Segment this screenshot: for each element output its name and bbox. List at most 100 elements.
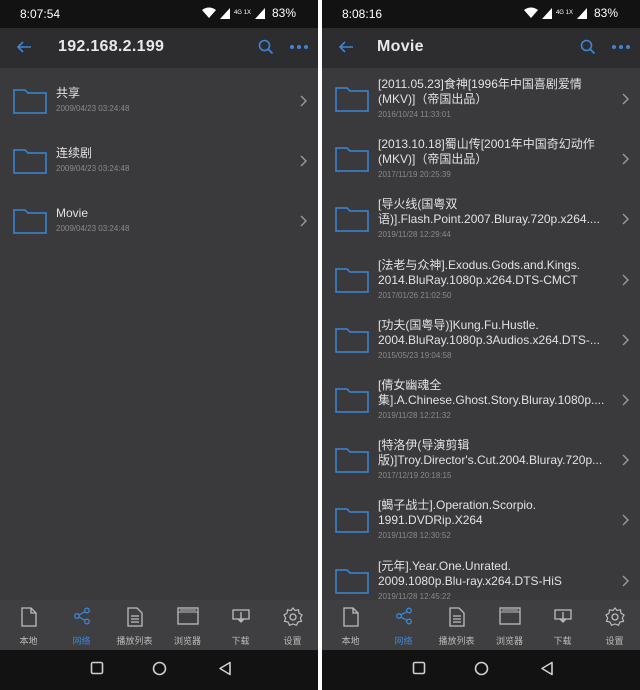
more-options-icon[interactable] — [612, 45, 630, 49]
download-icon — [231, 609, 250, 623]
bottom-tab-bar: 本地 网络 播放列表 浏览器 下载 设置 — [0, 600, 318, 650]
chevron-right-icon — [622, 454, 629, 466]
tab-browser[interactable]: 浏览器 — [161, 600, 214, 650]
more-options-icon[interactable] — [290, 45, 308, 49]
item-date: 2015/05/23 19:04:58 — [378, 350, 452, 360]
recent-apps-icon[interactable] — [90, 661, 104, 675]
folder-icon — [335, 388, 369, 413]
back-nav-icon[interactable] — [218, 661, 232, 676]
tab-download[interactable]: 下载 — [214, 600, 267, 650]
item-date: 2016/10/24 11:33:01 — [378, 110, 451, 119]
tab-label: 网络 — [72, 636, 91, 646]
item-name-line1: [导火线(国粤双 — [378, 197, 458, 212]
wifi-icon — [523, 7, 538, 18]
network-type: 4G 1X — [555, 10, 573, 16]
chevron-right-icon — [300, 215, 307, 227]
tab-local[interactable]: 本地 — [2, 600, 55, 650]
chevron-right-icon — [622, 575, 629, 587]
tab-label: 下载 — [231, 636, 250, 646]
battery-level: 83% — [593, 6, 618, 20]
status-time: 8:08:16 — [342, 7, 383, 21]
item-name-line1: [2011.05.23]食神[1996年中国喜剧爱情 — [378, 77, 582, 91]
list-item[interactable]: Movie 2009/04/23 03:24:48 — [0, 191, 318, 251]
item-date: 2019/11/28 12:45:22 — [378, 591, 451, 600]
chevron-right-icon — [622, 213, 629, 225]
status-time: 8:07:54 — [20, 7, 61, 21]
tab-playlist[interactable]: 播放列表 — [108, 600, 161, 650]
list-item[interactable]: [特洛伊(导演剪辑 版)]Troy.Director's.Cut.2004.Blu… — [322, 430, 640, 490]
tab-browser[interactable]: 浏览器 — [483, 600, 536, 650]
home-icon[interactable] — [152, 661, 167, 676]
browser-icon — [498, 607, 521, 625]
list-item[interactable]: [法老与众神].Exodus.Gods.and.Kings. 2014.BluRa… — [322, 250, 640, 310]
back-arrow-icon[interactable] — [15, 38, 33, 56]
playlist-icon — [126, 607, 143, 627]
tab-label: 本地 — [19, 636, 38, 646]
search-icon[interactable] — [258, 39, 274, 55]
list-item[interactable]: 共享 2009/04/23 03:24:48 — [0, 71, 318, 131]
tab-download[interactable]: 下载 — [536, 600, 589, 650]
list-item[interactable]: 连续剧 2009/04/23 03:24:48 — [0, 131, 318, 191]
tab-label: 本地 — [341, 636, 360, 646]
item-date: 2019/11/28 12:21:32 — [378, 411, 451, 420]
tab-local[interactable]: 本地 — [324, 600, 377, 650]
list-item[interactable]: [功夫(国粤导)]Kung.Fu.Hustle. 2004.BluRay.1080… — [322, 310, 640, 370]
back-arrow-icon[interactable] — [337, 38, 355, 56]
item-name-line1: [功夫(国粤导)]Kung.Fu.Hustle. — [378, 317, 539, 332]
share-icon — [73, 607, 90, 625]
tab-settings[interactable]: 设置 — [588, 600, 640, 650]
item-name-line2: 2009.1080p.Blu-ray.x264.DTS-HiS — [378, 573, 562, 588]
item-name-line2: 语)].Flash.Point.2007.Bluray.720p.x264...… — [378, 212, 600, 227]
file-icon — [20, 607, 37, 627]
list-item[interactable]: [蝎子战士].Operation.Scorpio. 1991.DVDRip.X26… — [322, 490, 640, 550]
file-icon — [342, 607, 359, 627]
tab-network[interactable]: 网络 — [55, 600, 108, 650]
chevron-right-icon — [622, 274, 629, 286]
tab-label: 浏览器 — [173, 636, 201, 646]
tab-settings[interactable]: 设置 — [266, 600, 318, 650]
back-nav-icon[interactable] — [540, 661, 554, 676]
list-item[interactable]: [倩女幽魂全 集].A.Chinese.Ghost.Story.Bluray.10… — [322, 370, 640, 430]
folder-icon — [335, 267, 369, 293]
gear-icon — [604, 607, 625, 627]
item-name-line1: [特洛伊(导演剪辑 — [378, 438, 470, 453]
signal-icon-2 — [254, 7, 265, 19]
search-icon[interactable] — [580, 39, 596, 55]
item-name-line2: 2014.BluRay.1080p.x264.DTS-CMCT — [378, 272, 578, 287]
status-bar: 8:08:16 4G 1X 83% — [322, 0, 640, 28]
page-title: 192.168.2.199 — [58, 38, 165, 55]
system-nav-bar — [322, 650, 640, 690]
home-icon[interactable] — [474, 661, 489, 676]
network-type: 4G 1X — [233, 10, 251, 16]
item-date: 2017/11/19 20:25:39 — [378, 170, 451, 180]
list-item[interactable]: [2013.10.18]蜀山传[2001年中国奇幻动作 (MKV)]（帝国出品） 2… — [322, 129, 640, 189]
chevron-right-icon — [622, 394, 629, 406]
download-icon — [553, 609, 572, 623]
item-date: 2009/04/23 03:24:48 — [56, 224, 130, 233]
browser-icon — [176, 607, 199, 625]
tab-label: 网络 — [394, 636, 413, 646]
tab-playlist[interactable]: 播放列表 — [430, 600, 483, 650]
item-name-line1: [蝎子战士].Operation.Scorpio. — [378, 498, 537, 513]
folder-icon — [335, 508, 369, 534]
battery-level: 83% — [271, 6, 296, 20]
signal-icon — [219, 7, 230, 19]
recent-apps-icon[interactable] — [412, 661, 426, 675]
status-icons: 4G 1X 83% — [201, 6, 296, 20]
chevron-right-icon — [300, 95, 307, 107]
item-date: 2009/04/23 03:24:48 — [56, 164, 130, 173]
list-item[interactable]: [导火线(国粤双 语)].Flash.Point.2007.Bluray.720p… — [322, 189, 640, 249]
item-name: Movie — [56, 206, 89, 220]
item-name-line1: [倩女幽魂全 — [378, 378, 442, 392]
list-item[interactable]: [元年].Year.One.Unrated. 2009.1080p.Blu-ray… — [322, 551, 640, 600]
folder-icon — [335, 87, 369, 112]
tab-label: 下载 — [553, 636, 572, 646]
signal-icon — [541, 7, 552, 19]
page-title: Movie — [377, 38, 424, 55]
list-item[interactable]: [2011.05.23]食神[1996年中国喜剧爱情 (MKV)]（帝国出品） 20… — [322, 69, 640, 129]
item-name-line2: 2004.BluRay.1080p.3Audios.x264.DTS-... — [378, 332, 600, 347]
tab-label: 播放列表 — [438, 636, 475, 646]
tab-network[interactable]: 网络 — [377, 600, 430, 650]
item-date: 2017/01/26 21:02:50 — [378, 290, 452, 300]
app-bar: Movie — [322, 28, 640, 68]
